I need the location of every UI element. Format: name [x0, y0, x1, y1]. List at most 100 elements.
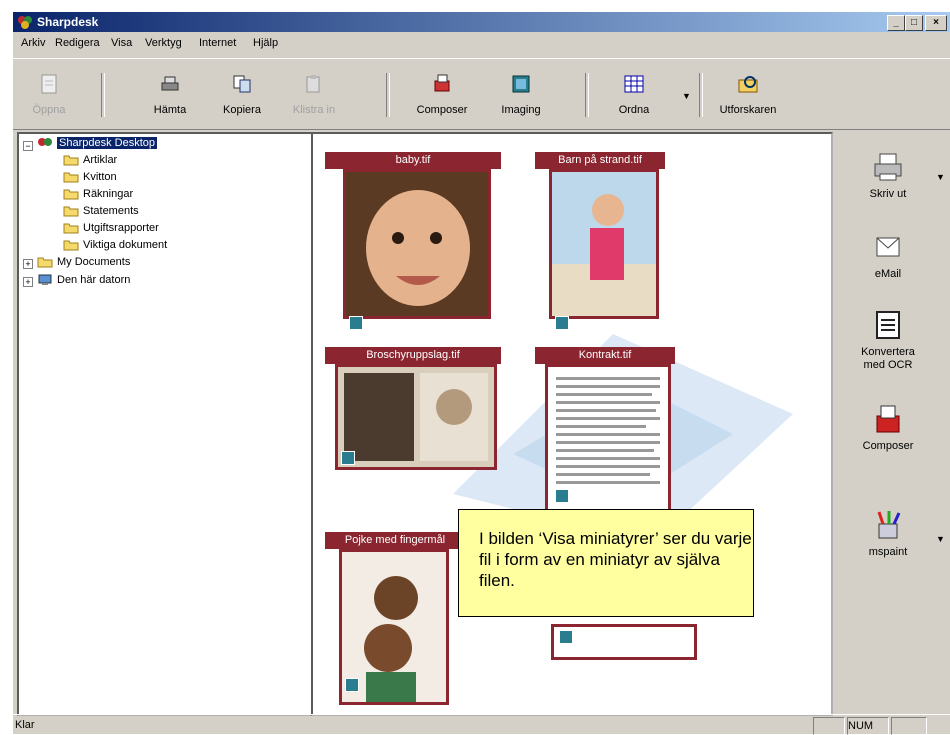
tree-label: Statements	[83, 205, 139, 217]
print-action[interactable]: Skriv ut	[833, 150, 943, 201]
action-panel: Skriv ut ▼ eMail Konvertera med OCR Comp…	[833, 132, 950, 712]
explorer-label: Utforskaren	[719, 104, 777, 116]
toolbar-separator	[585, 73, 589, 117]
num-indicator: NUM	[847, 717, 889, 735]
paste-icon	[306, 75, 320, 93]
tree-label: My Documents	[57, 256, 131, 268]
composer-app-icon	[876, 405, 900, 433]
printer-icon	[874, 153, 902, 181]
mspaint-action[interactable]: mspaint	[833, 508, 943, 559]
computer-icon	[38, 274, 52, 286]
paint-icon	[877, 511, 901, 539]
copy-label: Kopiera	[223, 104, 261, 116]
thumbnail-caption: Barn på strand.tif	[535, 152, 665, 169]
status-pane	[891, 717, 927, 735]
composer-button[interactable]: Composer	[411, 67, 473, 125]
menu-verktyg[interactable]: Verktyg	[145, 37, 182, 49]
image-file-icon	[555, 316, 569, 330]
folder-icon	[63, 155, 79, 166]
image-file-icon	[349, 316, 363, 330]
menu-hjalp[interactable]: Hjälp	[253, 37, 278, 49]
imaging-button[interactable]: Imaging	[490, 67, 552, 125]
scan-label: Hämta	[153, 104, 187, 116]
open-button[interactable]: Öppna	[18, 67, 80, 125]
maximize-button[interactable]: □	[905, 15, 923, 31]
arrange-label: Ordna	[618, 104, 650, 116]
close-button[interactable]: ×	[925, 15, 947, 31]
tree-node-den-har-datorn[interactable]: Den här datorn	[37, 274, 130, 290]
tree-node-root[interactable]: Sharpdesk Desktop	[37, 137, 157, 153]
scanner-icon	[161, 76, 179, 91]
tree-collapse-toggle[interactable]: −	[23, 141, 33, 151]
tree-label: Viktiga dokument	[83, 239, 168, 251]
folder-icon	[63, 223, 79, 234]
menu-bar: Arkiv Redigera Visa Verktyg Internet Hjä…	[13, 34, 950, 54]
email-label: eMail	[874, 268, 902, 280]
thumbnail-caption: Kontrakt.tif	[535, 347, 675, 364]
baby-photo	[346, 172, 488, 316]
brochure-photo	[338, 367, 494, 467]
imaging-icon	[512, 75, 530, 93]
copy-button[interactable]: Kopiera	[211, 67, 273, 125]
image-file-icon	[555, 489, 569, 503]
toolbar-separator	[101, 73, 105, 117]
menu-internet[interactable]: Internet	[199, 37, 236, 49]
sharpdesk-logo-icon	[18, 16, 32, 29]
mspaint-dropdown-icon[interactable]: ▼	[936, 534, 945, 544]
arrange-dropdown-icon[interactable]: ▼	[682, 91, 691, 101]
tree-node-viktiga-dokument[interactable]: Viktiga dokument	[63, 239, 167, 255]
arrange-button[interactable]: Ordna	[603, 67, 665, 125]
menu-arkiv[interactable]: Arkiv	[21, 37, 45, 49]
ocr-action[interactable]: Konvertera med OCR	[833, 308, 943, 372]
menu-redigera[interactable]: Redigera	[55, 37, 100, 49]
toolbar-separator	[386, 73, 390, 117]
email-icon	[876, 237, 900, 257]
tree-node-rakningar[interactable]: Räkningar	[63, 188, 133, 204]
title-bar: Sharpdesk _ □ ×	[13, 12, 950, 32]
folder-icon	[63, 240, 79, 251]
scan-button[interactable]: Hämta	[139, 67, 201, 125]
email-action[interactable]: eMail	[833, 230, 943, 281]
status-pane	[813, 717, 845, 735]
status-bar: Klar NUM	[13, 714, 950, 735]
status-text: Klar	[15, 719, 35, 731]
imaging-label: Imaging	[501, 104, 541, 116]
sharpdesk-desktop-icon	[38, 138, 52, 147]
composer-label: Composer	[416, 104, 468, 116]
image-file-icon	[559, 630, 573, 644]
open-label: Öppna	[32, 104, 66, 116]
tree-label: Räkningar	[83, 188, 134, 200]
tree-node-statements[interactable]: Statements	[63, 205, 139, 221]
tooltip-callout: I bilden ‘Visa miniatyrer’ ser du varje …	[458, 509, 754, 617]
thumbnail-caption: Pojke med fingermål	[325, 532, 465, 549]
explorer-button[interactable]: Utforskaren	[703, 67, 793, 125]
thumbnail-caption: Broschyruppslag.tif	[325, 347, 501, 364]
folder-icon	[63, 206, 79, 217]
toolbar: Öppna Hämta Kopiera Klistra in Composer …	[13, 58, 950, 130]
tree-node-my-documents[interactable]: My Documents	[37, 256, 130, 272]
composer-icon	[434, 74, 450, 92]
tree-label-root: Sharpdesk Desktop	[57, 137, 157, 149]
folder-icon	[37, 257, 53, 268]
explorer-icon	[738, 76, 758, 93]
minimize-button[interactable]: _	[887, 15, 905, 31]
tree-node-utgiftsrapporter[interactable]: Utgiftsrapporter	[63, 222, 159, 238]
window-title: Sharpdesk	[37, 15, 99, 29]
composer-action[interactable]: Composer	[833, 402, 943, 453]
paste-button[interactable]: Klistra in	[283, 67, 345, 125]
tree-expand-toggle[interactable]: +	[23, 277, 33, 287]
print-label: Skriv ut	[869, 188, 907, 200]
tree-expand-toggle[interactable]: +	[23, 259, 33, 269]
tree-node-artiklar[interactable]: Artiklar	[63, 154, 117, 170]
print-dropdown-icon[interactable]: ▼	[936, 172, 945, 182]
composer-action-label: Composer	[862, 440, 914, 452]
thumbnail-view[interactable]: baby.tif Barn på strand.tif Broschyrupps…	[311, 132, 833, 716]
menu-visa[interactable]: Visa	[111, 37, 132, 49]
image-file-icon	[345, 678, 359, 692]
arrange-icon	[624, 75, 644, 93]
tree-label: Kvitton	[83, 171, 117, 183]
folder-tree[interactable]: − Sharpdesk Desktop Artiklar Kvitton Räk…	[17, 132, 313, 716]
tree-label: Artiklar	[83, 154, 118, 166]
sharpdesk-window: Sharpdesk _ □ × Arkiv Redigera Visa Verk…	[13, 12, 950, 735]
tree-node-kvitton[interactable]: Kvitton	[63, 171, 117, 187]
